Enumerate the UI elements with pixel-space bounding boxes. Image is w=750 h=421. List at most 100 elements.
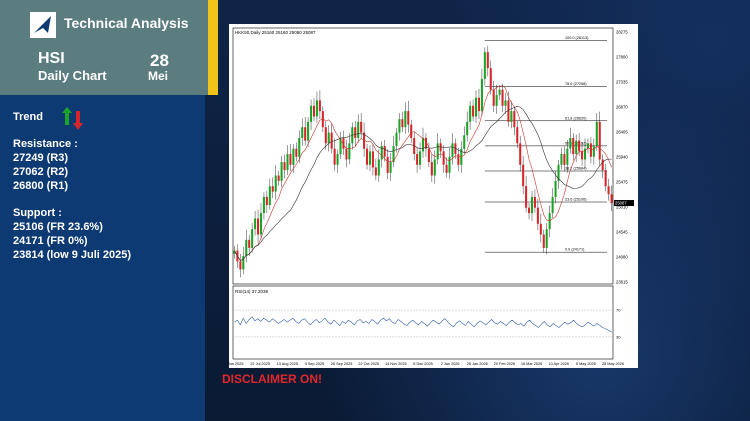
candle-body [536,207,539,224]
candle-body [239,261,242,270]
candle-body [610,194,613,204]
candle-body [525,186,528,208]
time-tick: 4 Sep 2025 [305,362,324,366]
price-tick: 26870 [616,105,628,110]
candle-body [495,95,498,106]
candle-body [492,89,495,106]
candle-body [427,148,430,163]
candle-body [439,143,442,152]
candle-body [513,111,516,128]
price-tick: 27335 [616,80,628,85]
candle-body [416,154,419,165]
candle-body [572,137,575,155]
candle-body [257,218,260,235]
date-day: 28 [150,51,169,70]
candle-body [589,143,592,157]
price-tick: 27800 [616,55,628,60]
candle-body [463,135,466,149]
fib-label: 78.6 (27258) [565,82,587,86]
candle-body [274,175,277,192]
candle-body [277,175,280,181]
time-tick: 20 Feb 2026 [494,362,515,366]
candle-body [368,151,372,165]
price-tick: 26405 [616,130,628,135]
candle-body [389,162,392,173]
price-tick: 25940 [616,155,628,160]
candle-body [545,229,548,248]
candle-body [404,111,407,128]
support-s1: 25106 (FR 23.6%) [13,221,103,233]
candle-body [371,151,374,168]
candle-body [410,124,413,138]
candle-body [436,143,439,160]
candle-body [519,143,522,165]
candle-body [560,154,563,165]
resistance-r3: 27249 (R3) [13,152,69,164]
candle-body [581,151,584,160]
candle-body [483,52,486,79]
time-tick: 2 Jan 2026 [441,362,460,366]
candle-body [354,127,357,138]
price-tick: 23615 [616,280,628,285]
candle-body [445,164,448,173]
candle-body [262,196,265,214]
time-tick: 22 Oct 2025 [358,362,379,366]
candle-body [289,154,292,165]
candle-body [386,156,389,173]
time-tick: 5 May 2026 [576,362,596,366]
candle-body [442,151,445,165]
fib-label: 61.8 (26620) [565,116,587,120]
resistance-r2: 27062 (R2) [13,166,69,178]
candle-body [604,170,607,187]
app-title: Technical Analysis [64,15,189,31]
candle-body [292,148,295,165]
candle-body [486,52,489,69]
candle-body [268,186,271,206]
candle-body [498,89,501,96]
candle-body [330,132,333,149]
candle-body [433,159,436,176]
candle-body [366,148,369,165]
candle-body [315,100,318,117]
candle-body [271,186,274,192]
ma-fast [234,85,612,261]
fib-label: 23.6 (25106) [565,198,587,202]
candle-body [575,140,578,155]
candle-body [554,180,557,197]
candle-body [598,121,601,160]
candle-body [248,239,251,248]
candle-body [607,186,610,195]
time-tick: 10 Apr 2026 [548,362,568,366]
resistance-r1: 26800 (R1) [13,180,69,192]
candle-body [304,127,307,141]
price-tick: 24545 [616,230,628,235]
candle-body [474,97,478,117]
candle-body [421,137,425,152]
candle-body [551,196,554,214]
time-tick: 17 Jun 2025 [229,362,243,366]
candle-body [530,196,534,214]
candle-body [469,105,472,122]
chart-title: HKK50,Daily 25160 25160 25080 25087 [235,30,316,35]
logo-icon [30,12,56,38]
candle-body [259,213,263,235]
time-tick: 26 Sep 2025 [331,362,353,366]
candle-body [504,100,507,106]
candle-body [466,121,469,136]
candle-body [451,143,454,157]
candle-body [348,143,351,160]
rsi-line [234,316,612,333]
candle-body [489,68,492,90]
price-tick: 24080 [616,255,628,260]
candle-body [401,119,404,128]
candle-body [539,223,542,235]
candle-body [548,213,551,230]
candle-body [295,148,298,157]
candle-body [419,151,422,165]
candle-body [345,148,348,160]
candle-body [310,105,313,122]
candle-body [472,105,475,117]
support-s2: 24171 (FR 0%) [13,235,88,247]
candle-body [286,154,289,171]
candle-body [516,127,519,144]
